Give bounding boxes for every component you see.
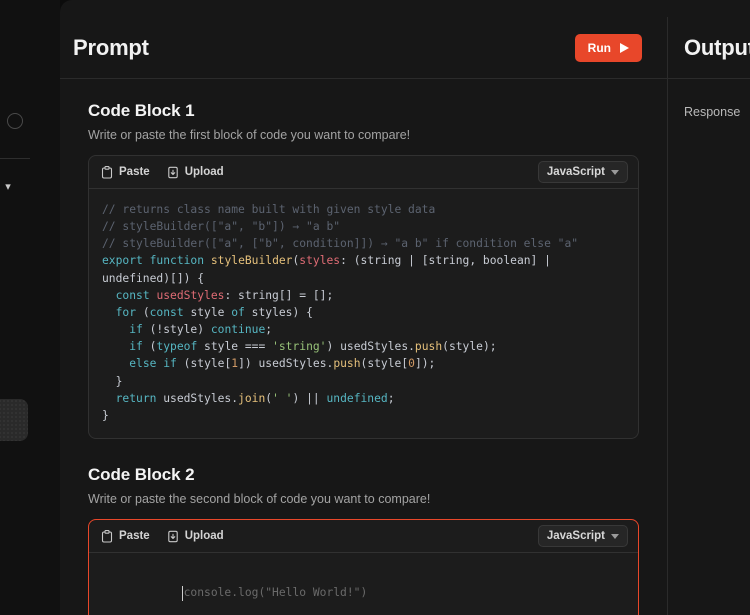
run-button[interactable]: Run	[574, 34, 642, 62]
output-header: Output	[668, 17, 750, 79]
paste-button[interactable]: Paste	[101, 529, 150, 543]
sidebar-card[interactable]	[0, 399, 28, 441]
code-card-1[interactable]: Paste Upload JavaScript // returns class…	[88, 155, 639, 440]
code-editor-1[interactable]: // returns class name built with given s…	[89, 189, 638, 438]
code-block-section-2: Code Block 2 Write or paste the second b…	[88, 465, 639, 615]
upload-button-label: Upload	[184, 530, 224, 543]
left-rail: ▾	[0, 0, 60, 615]
chevron-down-icon	[611, 169, 619, 175]
code-editor-placeholder: console.log("Hello World!")	[181, 586, 368, 602]
code-editor-2[interactable]: console.log("Hello World!")	[89, 553, 638, 615]
code-card-2[interactable]: Paste Upload JavaScript console.log("Hel…	[88, 519, 639, 615]
upload-file-icon	[167, 166, 179, 179]
upload-button[interactable]: Upload	[167, 166, 224, 179]
main-window: Prompt Run Output Code Block 1 Write or …	[60, 0, 750, 615]
section-subtitle: Write or paste the first block of code y…	[88, 128, 411, 142]
play-triangle-icon	[620, 43, 629, 53]
section-title: Code Block 2	[88, 465, 195, 485]
language-select-1[interactable]: JavaScript	[537, 161, 628, 183]
language-select-2[interactable]: JavaScript	[537, 525, 628, 548]
response-label: Response	[684, 105, 741, 119]
page-title: Prompt	[73, 35, 149, 60]
upload-button-label: Upload	[184, 166, 224, 178]
code-toolbar-1: Paste Upload JavaScript	[89, 156, 638, 189]
section-title: Code Block 1	[88, 101, 195, 120]
prompt-panel: Code Block 1 Write or paste the first bl…	[60, 79, 667, 615]
app-root: ▾ Prompt Run Output Code Block 1 Write o…	[0, 0, 750, 615]
output-title: Output	[684, 35, 750, 60]
clipboard-icon	[101, 529, 113, 543]
text-caret	[181, 586, 183, 602]
paste-button-label: Paste	[119, 166, 150, 178]
chevron-down-icon[interactable]: ▾	[2, 181, 14, 193]
panel-header-row: Prompt Run Output	[60, 17, 750, 79]
code-toolbar-2: Paste Upload JavaScript	[89, 520, 638, 554]
paste-button[interactable]: Paste	[101, 165, 150, 179]
clipboard-icon	[101, 165, 113, 179]
output-panel: Response	[668, 79, 750, 615]
circle-icon[interactable]	[7, 113, 23, 129]
code-block-section-1: Code Block 1 Write or paste the first bl…	[88, 101, 639, 440]
rail-divider	[0, 158, 30, 159]
language-select-value: JavaScript	[546, 166, 605, 178]
upload-button[interactable]: Upload	[167, 530, 224, 543]
section-subtitle: Write or paste the second block of code …	[88, 492, 431, 507]
chevron-down-icon	[611, 533, 619, 539]
upload-file-icon	[167, 530, 179, 543]
paste-button-label: Paste	[119, 530, 150, 543]
language-select-value: JavaScript	[546, 530, 605, 543]
run-button-label: Run	[587, 41, 611, 55]
prompt-header: Prompt Run	[60, 17, 667, 79]
